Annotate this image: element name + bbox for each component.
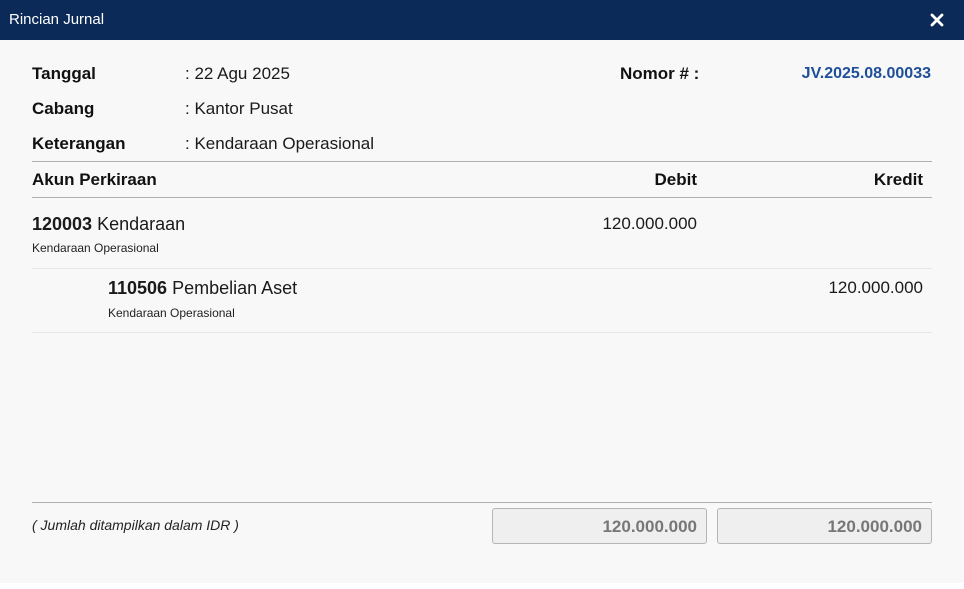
table-header-divider [32,197,932,198]
branch-label: Cabang [32,99,95,118]
column-header-debit: Debit [654,170,698,189]
account-description: Kendaraan Operasional [108,306,235,320]
column-header-account: Akun Perkiraan [32,170,157,189]
debit-amount: 120.000.000 [602,214,697,233]
account-code: 110506 [108,278,168,298]
currency-note: ( Jumlah ditampilkan dalam IDR ) [32,517,239,533]
total-credit-value: 120.000.000 [827,517,922,536]
row-divider [32,332,932,333]
total-credit-field: 120.000.000 [717,508,932,544]
journal-detail-dialog: Rincian Jurnal Tanggal : 22 Agu 2025 Cab… [0,0,964,583]
journal-number-label: Nomor # : [620,64,700,83]
table-top-divider [32,161,932,162]
account-code: 120003 [32,214,93,234]
dialog-titlebar: Rincian Jurnal [0,0,964,40]
account-name: Kendaraan [97,214,186,234]
account-description: Kendaraan Operasional [32,241,159,255]
dialog-title: Rincian Jurnal [9,11,105,28]
branch-value: : Kantor Pusat [185,99,293,118]
footer-divider [32,502,932,503]
total-debit-value: 120.000.000 [602,517,697,536]
date-value: : 22 Agu 2025 [185,64,290,83]
journal-number-value[interactable]: JV.2025.08.00033 [802,64,931,84]
total-debit-field: 120.000.000 [492,508,707,544]
column-header-credit: Kredit [873,170,923,189]
account-name: Pembelian Aset [172,278,298,298]
account-cell: 110506 Pembelian Aset [108,277,297,299]
date-label: Tanggal [32,64,96,83]
close-icon[interactable] [926,9,948,31]
description-label: Keterangan [32,134,126,153]
credit-amount: 120.000.000 [828,278,923,297]
row-divider [32,268,932,269]
account-cell: 120003 Kendaraan [32,213,185,235]
description-value: : Kendaraan Operasional [185,134,375,153]
